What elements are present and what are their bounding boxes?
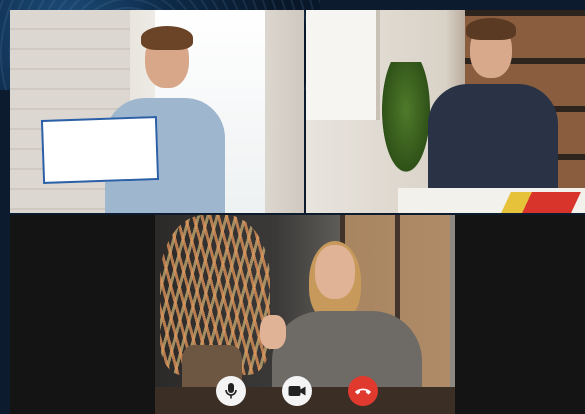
mute-microphone-button[interactable]: [216, 376, 246, 406]
participant-3-waving-hand: [260, 315, 286, 349]
window-background: [306, 10, 380, 120]
toggle-camera-button[interactable]: [282, 376, 312, 406]
call-controls-bar: [216, 376, 384, 410]
participant-2-hair: [466, 18, 516, 40]
microphone-icon: [223, 382, 239, 400]
potted-plant: [378, 62, 434, 182]
hang-up-icon: [354, 386, 372, 396]
participant-1-hair: [141, 26, 193, 50]
participant-3-head: [315, 245, 355, 299]
participant-video-tile-2[interactable]: [306, 10, 585, 213]
desk-papers: [501, 192, 581, 213]
video-camera-icon: [288, 385, 306, 397]
participant-video-tile-1[interactable]: [10, 10, 304, 213]
end-call-button[interactable]: [348, 376, 378, 406]
video-call-grid: [0, 0, 585, 414]
open-folder: [40, 115, 160, 185]
